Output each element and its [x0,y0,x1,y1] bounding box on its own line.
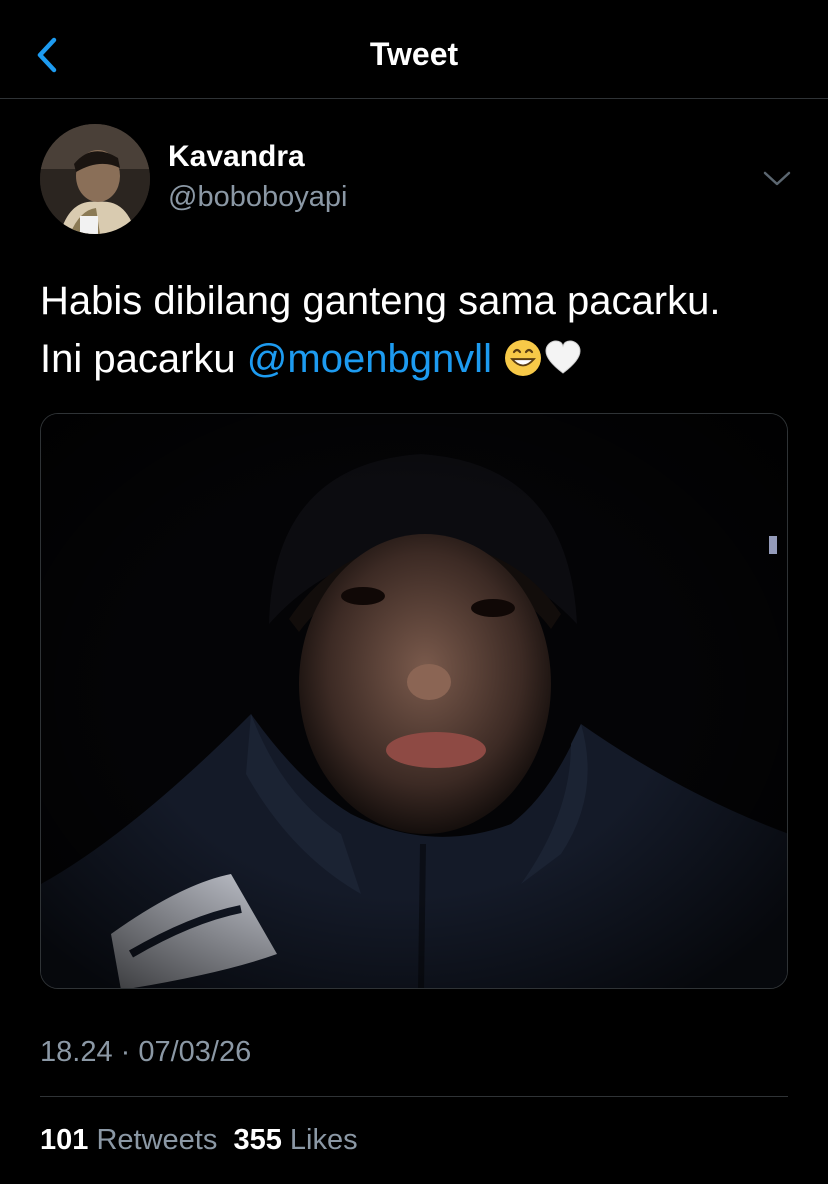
chevron-down-icon [763,171,791,186]
tweet-photo[interactable] [40,413,788,989]
likes-stat[interactable]: 355 Likes [233,1124,357,1156]
avatar-photo [40,124,150,234]
retweets-label: Retweets [96,1124,218,1156]
retweets-stat[interactable]: 101 Retweets [40,1124,217,1156]
tweet-text: Habis dibilang ganteng sama pacarku. Ini… [40,272,800,388]
tweet-stats: 101 Retweets 355 Likes [40,1124,358,1157]
mention-link[interactable]: @moenbgnvll [247,337,492,381]
top-bar: Tweet [0,0,828,99]
grinning-face-icon [505,340,542,376]
retweets-count: 101 [40,1124,89,1156]
tweet-text-line-1: Habis dibilang ganteng sama pacarku. [40,279,721,323]
likes-label: Likes [289,1124,358,1156]
tweet-timestamp: 18.24 · 07/03/26 [40,1036,252,1068]
divider [40,1096,788,1097]
white-heart-icon [545,340,581,374]
tweet-menu-button[interactable] [760,164,794,192]
author-handle[interactable]: @boboboyapi [168,181,347,214]
avatar[interactable] [40,124,150,234]
page-title: Tweet [369,36,459,72]
tweet-text-line-2-prefix: Ini pacarku [40,337,247,381]
likes-count: 355 [233,1124,282,1156]
photo-content [41,414,787,988]
author-name[interactable]: Kavandra [168,140,305,174]
tweet-text-line-2: Ini pacarku @moenbgnvll [40,330,800,388]
